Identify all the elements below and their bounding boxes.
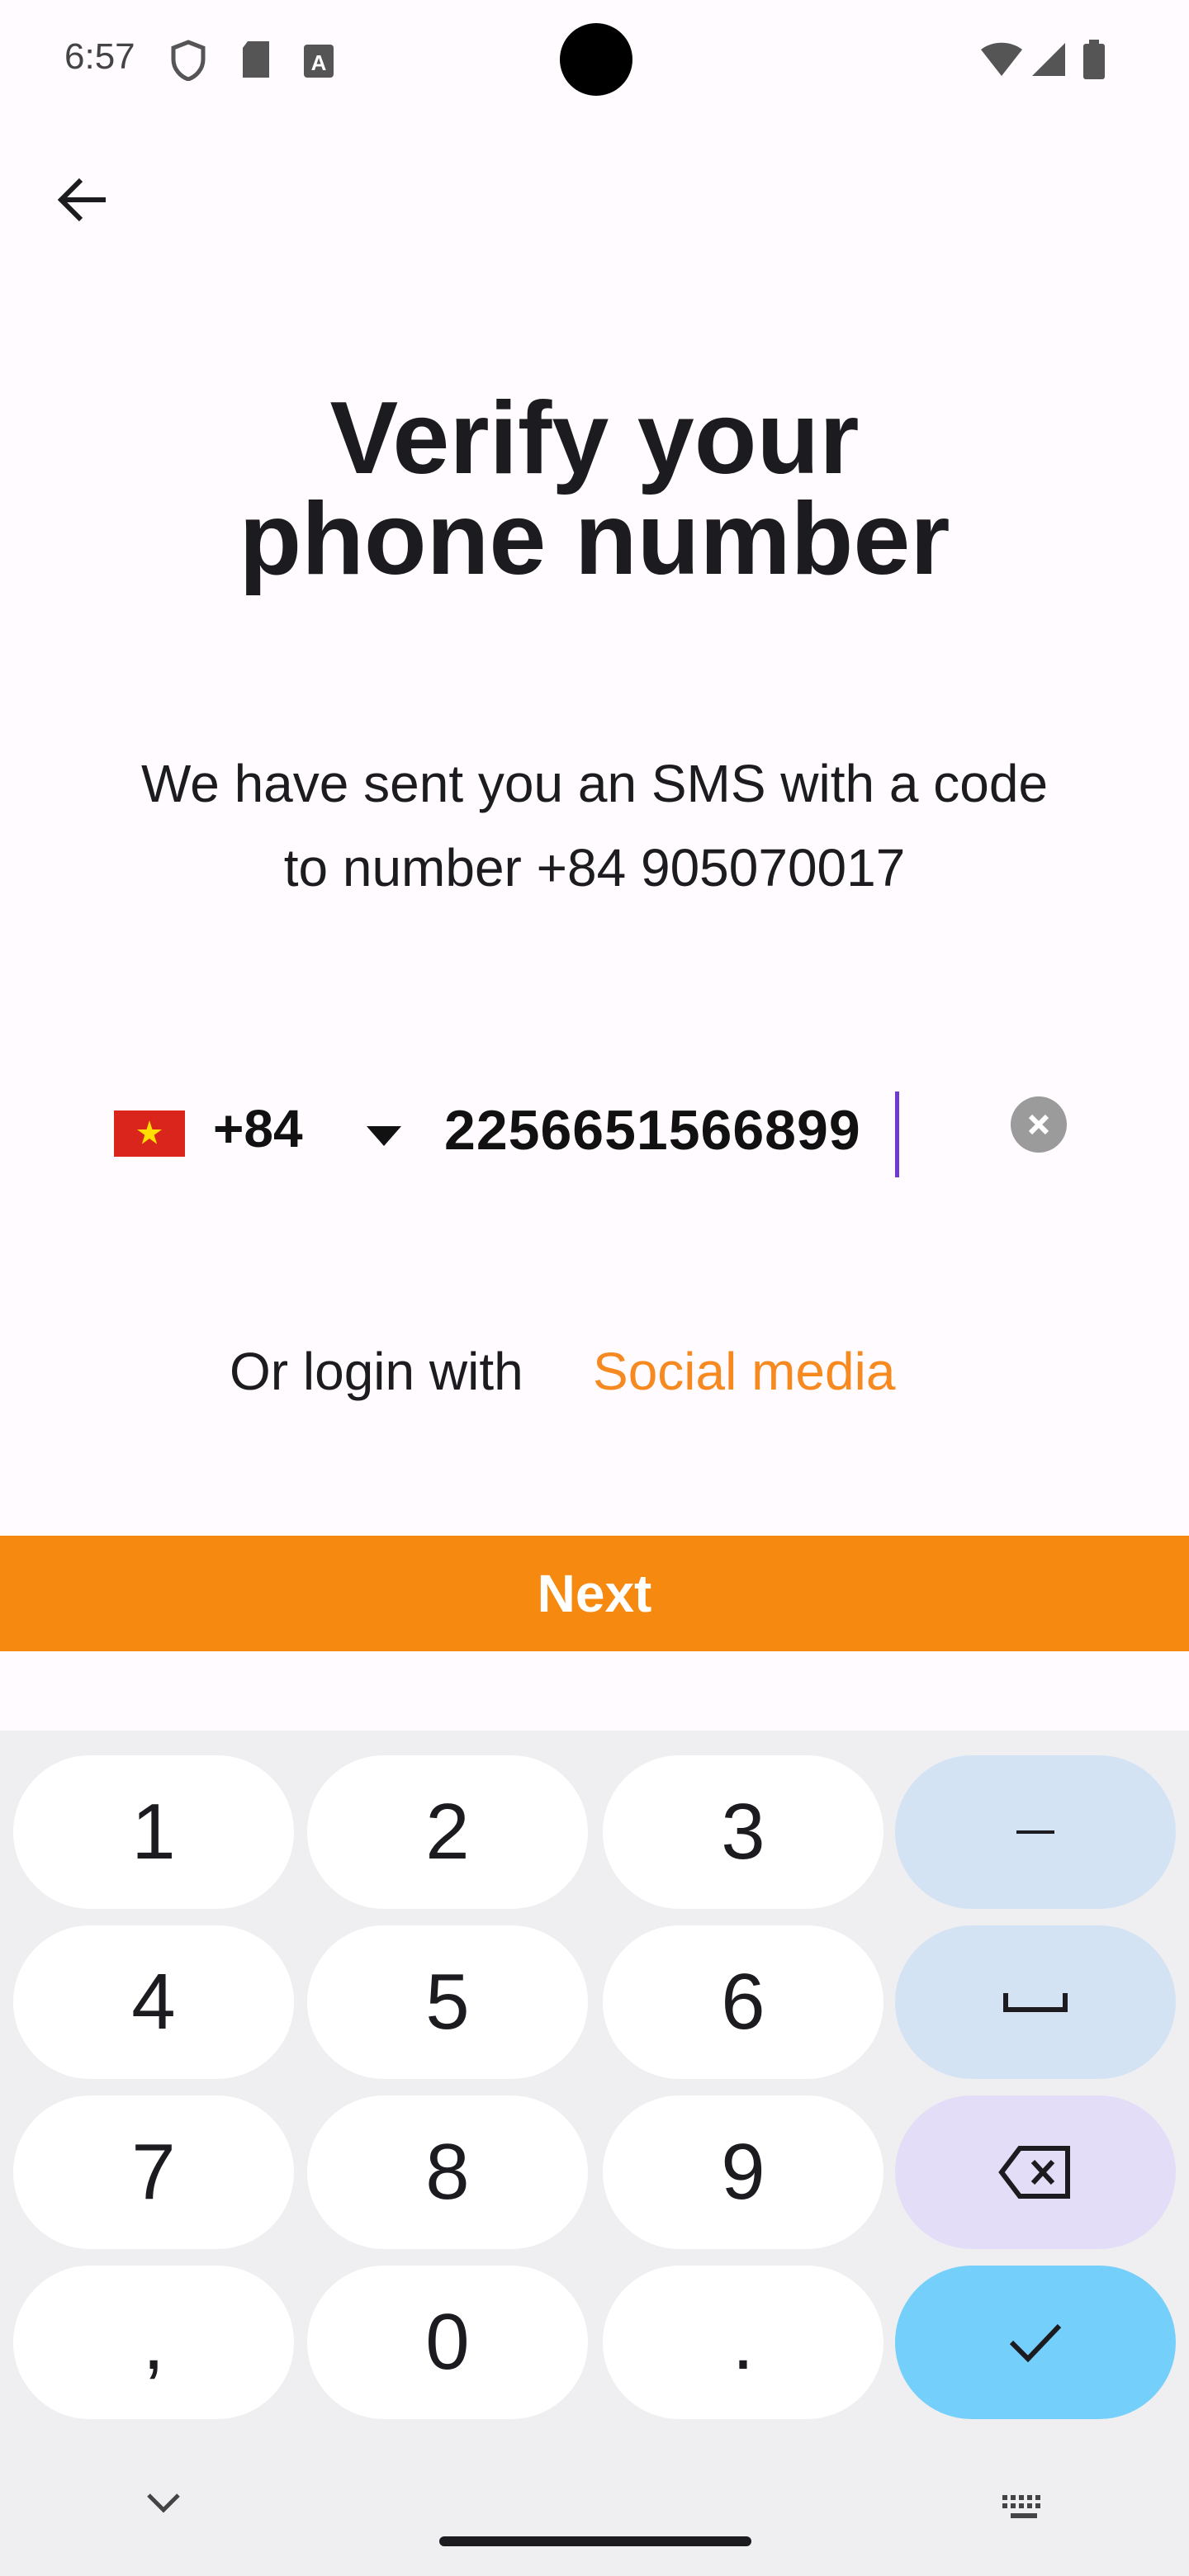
key-period[interactable]: .: [603, 2266, 883, 2419]
checkmark-icon: [1009, 2323, 1062, 2363]
dash-icon: [1016, 1830, 1054, 1834]
back-button[interactable]: [50, 167, 116, 233]
close-icon: [1028, 1114, 1049, 1135]
key-space[interactable]: [895, 1925, 1176, 2079]
vietnam-flag-icon[interactable]: [114, 1110, 185, 1157]
or-login-label: Or login with: [230, 1342, 523, 1401]
front-camera: [560, 23, 632, 96]
keyboard-switch-button[interactable]: [1001, 2493, 1047, 2526]
sms-message: We have sent you an SMS with a code to n…: [83, 741, 1106, 910]
text-icon: A: [302, 43, 335, 83]
next-button[interactable]: Next: [0, 1536, 1189, 1651]
key-5[interactable]: 5: [307, 1925, 588, 2079]
text-cursor: [895, 1091, 899, 1177]
title-line-1: Verify your: [329, 381, 860, 495]
space-icon: [1003, 1993, 1068, 2012]
numeric-keyboard: 1 2 3 4 5 6 7 8 9 , 0 .: [0, 1731, 1189, 2576]
key-7[interactable]: 7: [13, 2095, 294, 2249]
backspace-icon: [998, 2146, 1070, 2199]
phone-number-input[interactable]: 2256651566899: [444, 1098, 861, 1163]
svg-text:A: A: [311, 50, 327, 75]
signal-icon: [1030, 41, 1067, 82]
key-2[interactable]: 2: [307, 1755, 588, 1909]
key-1[interactable]: 1: [13, 1755, 294, 1909]
key-3[interactable]: 3: [603, 1755, 883, 1909]
title-line-2: phone number: [239, 482, 950, 596]
key-done[interactable]: [895, 2266, 1176, 2419]
key-4[interactable]: 4: [13, 1925, 294, 2079]
country-code[interactable]: +84: [213, 1098, 303, 1159]
status-time: 6:57: [64, 36, 135, 77]
shield-icon: [170, 40, 206, 85]
key-6[interactable]: 6: [603, 1925, 883, 2079]
sms-message-line-1: We have sent you an SMS with a code: [140, 754, 1049, 813]
key-comma[interactable]: ,: [13, 2266, 294, 2419]
gesture-nav-bar[interactable]: [439, 2536, 751, 2546]
status-bar: 6:57 A: [0, 0, 1189, 116]
key-dash[interactable]: [895, 1755, 1176, 1909]
key-9[interactable]: 9: [603, 2095, 883, 2249]
keyboard-icon: [1002, 2495, 1040, 2518]
sd-card-icon: [239, 40, 272, 83]
arrow-left-icon: [57, 178, 106, 222]
chevron-down-icon: [147, 2493, 180, 2513]
key-8[interactable]: 8: [307, 2095, 588, 2249]
key-backspace[interactable]: [895, 2095, 1176, 2249]
page-title: Verify your phone number: [0, 381, 1189, 596]
country-dropdown-icon[interactable]: [365, 1123, 403, 1153]
clear-input-button[interactable]: [1011, 1096, 1067, 1153]
battery-icon: [1083, 40, 1105, 83]
social-media-link[interactable]: Social media: [593, 1341, 895, 1402]
wifi-icon: [979, 41, 1024, 82]
sms-message-line-2: to number +84 905070017: [283, 838, 906, 897]
key-0[interactable]: 0: [307, 2266, 588, 2419]
keyboard-hide-button[interactable]: [145, 2492, 182, 2519]
